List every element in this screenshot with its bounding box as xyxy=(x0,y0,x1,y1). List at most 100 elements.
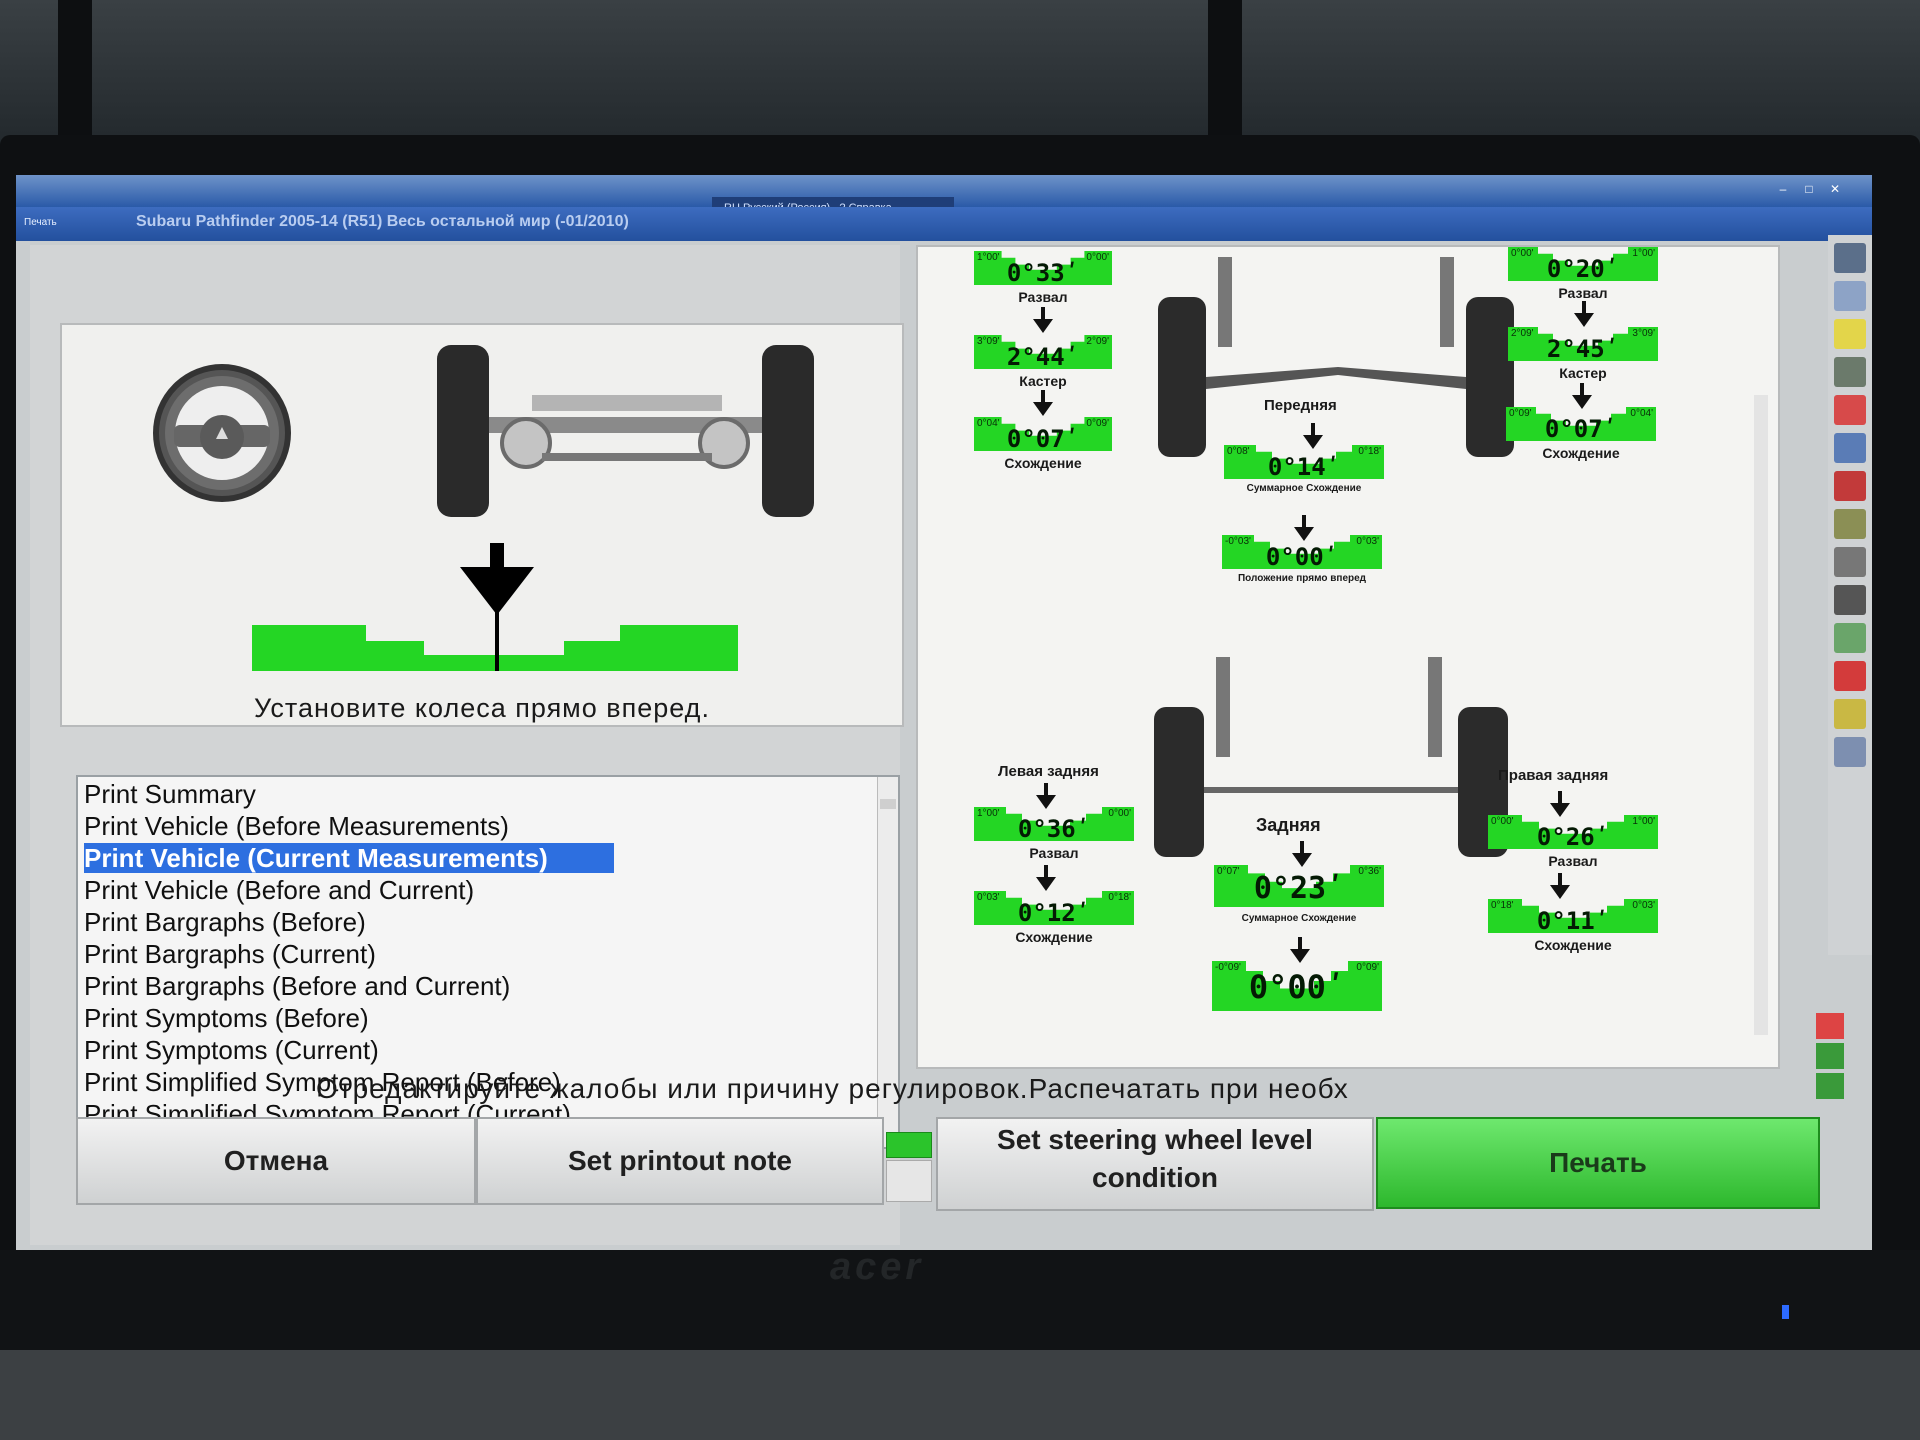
readings-scrollbar[interactable] xyxy=(1754,395,1768,1035)
rear-left-toe: 0°03' 0°18' 0°12ʹ Схождение xyxy=(974,891,1134,947)
down-arrow-icon xyxy=(1550,873,1570,899)
reading-value: 0°33ʹ xyxy=(1006,259,1080,287)
rear-axle-label: Задняя xyxy=(1256,815,1321,835)
list-item[interactable]: Print Summary xyxy=(84,779,256,809)
rear-right-camber: 0°00' 1°00' 0°26ʹ Развал xyxy=(1488,815,1658,871)
reading-label: Развал xyxy=(1018,289,1068,305)
list-item-selected[interactable]: Print Vehicle (Current Measurements) xyxy=(84,843,614,873)
power-led xyxy=(1782,1305,1789,1319)
reading-value: 2°44ʹ xyxy=(1006,343,1080,371)
print-button-label: Печать xyxy=(1549,1147,1647,1178)
front-axle-icon xyxy=(437,345,814,517)
down-arrow-icon xyxy=(1036,865,1056,891)
reading-label: Схождение xyxy=(1542,445,1620,461)
reading-value: 2°45ʹ xyxy=(1546,335,1620,363)
front-left-camber: 1°00' 0°00' 0°33ʹ Развал xyxy=(974,251,1112,307)
print-button[interactable]: Печать xyxy=(1376,1117,1820,1209)
reading-label: Развал xyxy=(1548,853,1598,869)
set-printout-note-button[interactable]: Set printout note xyxy=(476,1117,884,1205)
reading-value: 0°20ʹ xyxy=(1546,255,1620,283)
status-line: Отредактируйте жалобы или причину регули… xyxy=(316,1073,1349,1104)
spec-range-icon[interactable] xyxy=(1834,395,1866,425)
minimize-button[interactable]: – xyxy=(1774,182,1792,196)
wrench-icon[interactable] xyxy=(1834,547,1866,577)
vehicle-bar: Печать Subaru Pathfinder 2005-14 (R51) В… xyxy=(16,207,1872,241)
menu-label: Печать xyxy=(24,217,57,228)
vehicle-specs-icon[interactable] xyxy=(1834,243,1866,273)
crosshair-icon[interactable] xyxy=(1816,1013,1844,1039)
cancel-button[interactable]: Отмена xyxy=(76,1117,476,1205)
reading-value: 0°00ʹ xyxy=(1265,543,1339,571)
vehicle-title: Subaru Pathfinder 2005-14 (R51) Весь ост… xyxy=(136,213,629,230)
list-item[interactable]: Print Vehicle (Before Measurements) xyxy=(84,811,509,841)
range-max: 0°09' xyxy=(1356,962,1379,973)
reading-value: 0°07ʹ xyxy=(1544,415,1618,443)
finish-flag-icon[interactable] xyxy=(1834,661,1866,691)
rear-thrust-angle: -0°09' 0°09' 0°00ʹ xyxy=(1212,961,1382,1015)
front-axle-mini-icon[interactable] xyxy=(1816,1043,1844,1069)
cancel-button-label: Отмена xyxy=(223,1145,329,1176)
reading-value: 0°11ʹ xyxy=(1536,907,1610,935)
checkered-flag-icon[interactable] xyxy=(1834,471,1866,501)
reading-label: Кастер xyxy=(1559,365,1607,381)
exit-icon[interactable] xyxy=(1834,737,1866,767)
reading-value: 0°36ʹ xyxy=(1017,815,1091,843)
reading-label: Схождение xyxy=(1015,929,1093,945)
down-arrow-icon xyxy=(1033,390,1053,416)
set-steering-wheel-level-button[interactable]: Set steering wheel level condition xyxy=(936,1117,1374,1211)
reading-label: Развал xyxy=(1029,845,1079,861)
reading-label: Развал xyxy=(1558,285,1608,301)
front-right-toe: 0°09' 0°04' 0°07ʹ Схождение xyxy=(1506,407,1656,463)
rear-left-label: Левая задняя xyxy=(998,763,1099,780)
range-min: -0°09' xyxy=(1215,962,1241,973)
axle-icon[interactable] xyxy=(1834,509,1866,539)
tire-icon[interactable] xyxy=(1834,585,1866,615)
reading-value: 0°14ʹ xyxy=(1267,453,1341,481)
front-left-toe: 0°04' 0°09' 0°07ʹ Схождение xyxy=(974,417,1112,473)
steering-label-line1: Set steering wheel level xyxy=(997,1124,1313,1155)
range-max: 0°36' xyxy=(1358,866,1381,877)
steering-level-indicator-empty xyxy=(886,1160,932,1202)
printer-icon[interactable] xyxy=(1834,699,1866,729)
instruction-text: Установите колеса прямо вперед. xyxy=(254,693,710,723)
reading-value: 0°12ʹ xyxy=(1017,899,1091,927)
reading-value: 0°07ʹ xyxy=(1006,425,1080,453)
list-item[interactable]: Print Symptoms (Before) xyxy=(84,1003,369,1033)
side-toolbar xyxy=(1828,235,1872,955)
close-button[interactable]: ✕ xyxy=(1826,182,1844,196)
rear-right-toe: 0°18' 0°03' 0°11ʹ Схождение xyxy=(1488,899,1658,955)
rear-total-toe: 0°07' 0°36' 0°23ʹ Суммарное Схождение xyxy=(1214,865,1384,935)
reading-value: 0°26ʹ xyxy=(1536,823,1610,851)
reading-label: Суммарное Схождение xyxy=(1241,913,1357,924)
front-right-caster: 2°09' 3°09' 2°45ʹ Кастер xyxy=(1508,327,1658,383)
rear-left-camber: 1°00' 0°00' 0°36ʹ Развал xyxy=(974,807,1134,863)
reading-label: Схождение xyxy=(1534,937,1612,953)
bargraph-icon[interactable] xyxy=(1834,623,1866,653)
list-item[interactable]: Print Bargraphs (Before and Current) xyxy=(84,971,510,1001)
wheel-icon[interactable] xyxy=(1834,357,1866,387)
list-item[interactable]: Print Bargraphs (Before) xyxy=(84,907,366,937)
printout-note-label: Set printout note xyxy=(568,1145,792,1176)
list-item[interactable]: Print Vehicle (Before and Current) xyxy=(84,875,474,905)
list-item[interactable]: Print Symptoms (Current) xyxy=(84,1035,379,1065)
measure-icon[interactable] xyxy=(1834,433,1866,463)
front-right-camber: 0°00' 1°00' 0°20ʹ Развал xyxy=(1508,247,1658,303)
range-min: 0°07' xyxy=(1217,866,1240,877)
adjust-icon[interactable] xyxy=(1834,281,1866,311)
center-arrow-icon xyxy=(460,543,534,671)
maximize-button[interactable]: □ xyxy=(1800,182,1818,196)
background-floor xyxy=(0,1350,1920,1440)
tools-icon[interactable] xyxy=(1834,319,1866,349)
reading-label: Положение прямо вперед xyxy=(1237,573,1367,584)
steering-wheel-icon xyxy=(153,364,291,502)
steering-animation: Установите колеса прямо вперед. xyxy=(60,323,904,727)
rear-axle-mini-icon[interactable] xyxy=(1816,1073,1844,1099)
rear-suspension-icon xyxy=(1154,657,1508,857)
list-item[interactable]: Print Bargraphs (Current) xyxy=(84,939,376,969)
screen: – □ ✕ RU Русский (Россия) ? Справка Печа… xyxy=(16,175,1872,1250)
front-left-caster: 3°09' 2°09' 2°44ʹ Кастер xyxy=(974,335,1112,391)
reading-value: 0°00ʹ xyxy=(1248,968,1346,1006)
scrollbar-thumb[interactable] xyxy=(880,799,896,809)
rear-right-label: Правая задняя xyxy=(1498,767,1609,784)
reading-label: Кастер xyxy=(1019,373,1067,389)
